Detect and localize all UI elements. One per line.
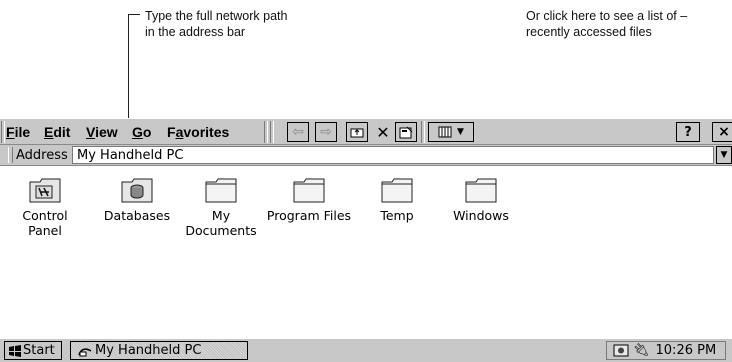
taskbar: Start My Handheld PC 🔌︎ 10:26 PM xyxy=(0,338,732,362)
help-icon: ? xyxy=(684,124,692,140)
views-grid-icon xyxy=(438,126,452,138)
control-panel-icon xyxy=(29,178,61,203)
system-tray: 🔌︎ 10:26 PM xyxy=(606,341,726,360)
address-bar: Address My Handheld PC ▼ xyxy=(0,145,732,166)
up-folder-button[interactable] xyxy=(346,122,368,142)
icon-label: Program Files xyxy=(266,208,352,223)
icon-label: Control Panel xyxy=(22,208,68,238)
taskbar-window-label: My Handheld PC xyxy=(95,343,202,358)
handheld-explorer-window: File Edit View Go Favorites ⇦ ⇨ ✕ ▼ ? × … xyxy=(0,118,732,362)
delete-button[interactable]: ✕ xyxy=(372,122,394,142)
callout-right-line1: Or click here to see a list of – xyxy=(526,9,688,23)
icon-control-panel[interactable]: Control Panel xyxy=(0,176,90,238)
views-button[interactable]: ▼ xyxy=(428,122,474,142)
start-button[interactable]: Start xyxy=(4,341,62,360)
forward-arrow-icon: ⇨ xyxy=(320,124,332,140)
toolbar-separator xyxy=(264,121,268,143)
icon-label: Databases xyxy=(103,208,171,223)
menu-file[interactable]: File xyxy=(6,124,30,140)
folder-icon xyxy=(293,178,325,203)
chevron-down-icon: ▼ xyxy=(720,150,728,160)
toolbar-separator xyxy=(270,121,274,143)
properties-icon xyxy=(399,126,413,138)
back-arrow-icon: ⇦ xyxy=(292,124,304,140)
forward-button[interactable]: ⇨ xyxy=(315,122,337,142)
menu-go[interactable]: Go xyxy=(132,124,151,140)
power-plug-icon[interactable]: 🔌︎ xyxy=(633,343,650,358)
icon-label: Temp xyxy=(380,208,414,223)
up-folder-icon xyxy=(350,128,364,138)
menu-favorites[interactable]: Favorites xyxy=(167,124,229,140)
window-close-button[interactable]: × xyxy=(712,122,732,142)
callout-left-leader xyxy=(128,14,140,15)
address-dropdown-button[interactable]: ▼ xyxy=(716,146,732,164)
back-button[interactable]: ⇦ xyxy=(287,122,309,142)
start-label: Start xyxy=(23,343,55,358)
folder-icon xyxy=(205,178,237,203)
address-bar-grip xyxy=(8,147,13,163)
menubar-grip xyxy=(1,121,5,143)
help-button[interactable]: ? xyxy=(676,122,700,142)
databases-icon xyxy=(121,178,153,203)
icon-label: My Documents xyxy=(185,208,257,238)
address-label: Address xyxy=(16,148,68,163)
icon-windows[interactable]: Windows xyxy=(436,176,526,223)
folder-icon xyxy=(465,178,497,203)
delete-x-icon: ✕ xyxy=(376,122,390,142)
toolbar-separator xyxy=(421,121,425,143)
properties-button[interactable] xyxy=(395,122,417,142)
menu-edit[interactable]: Edit xyxy=(44,124,70,140)
icon-my-documents[interactable]: My Documents xyxy=(176,176,266,238)
handheld-pc-icon xyxy=(78,347,92,356)
close-icon: × xyxy=(718,124,730,140)
pc-connection-icon[interactable] xyxy=(613,344,629,357)
icon-program-files[interactable]: Program Files xyxy=(264,176,354,223)
windows-logo-icon xyxy=(9,344,21,357)
menu-view[interactable]: View xyxy=(86,124,118,140)
chevron-down-icon: ▼ xyxy=(457,127,464,137)
clock-time[interactable]: 10:26 PM xyxy=(656,343,717,358)
menu-toolbar: File Edit View Go Favorites ⇦ ⇨ ✕ ▼ ? × xyxy=(0,118,732,145)
callout-left-line2: in the address bar xyxy=(145,25,246,39)
callout-left-line1: Type the full network path xyxy=(145,9,288,23)
icon-temp[interactable]: Temp xyxy=(352,176,442,223)
callout-right-line2: recently accessed files xyxy=(526,25,652,39)
address-input[interactable]: My Handheld PC xyxy=(72,146,714,164)
icon-databases[interactable]: Databases xyxy=(92,176,182,223)
callout-recent-files: Or click here to see a list of – recentl… xyxy=(526,8,732,40)
folder-icon xyxy=(381,178,413,203)
icon-label: Windows xyxy=(453,208,509,223)
callout-address-bar: Type the full network path in the addres… xyxy=(145,8,405,40)
taskbar-window-button[interactable]: My Handheld PC xyxy=(70,341,248,360)
